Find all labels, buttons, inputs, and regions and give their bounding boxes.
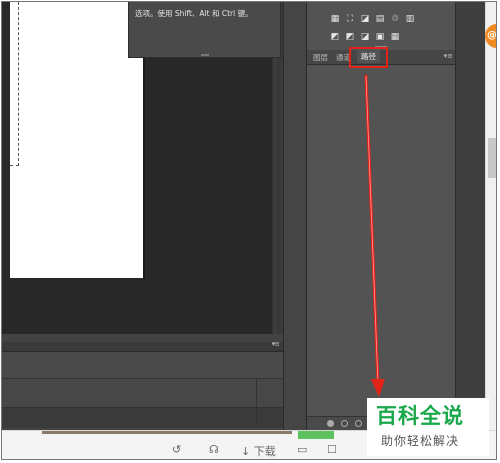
annotation-arrow bbox=[364, 74, 385, 397]
arrow-head bbox=[371, 379, 385, 397]
watermark: 百科全说 助你轻松解决 bbox=[367, 398, 489, 456]
watermark-title: 百科全说 bbox=[376, 404, 464, 428]
arrow-shaft-highlight bbox=[365, 75, 379, 385]
watermark-subtitle: 助你轻松解决 bbox=[381, 434, 460, 448]
